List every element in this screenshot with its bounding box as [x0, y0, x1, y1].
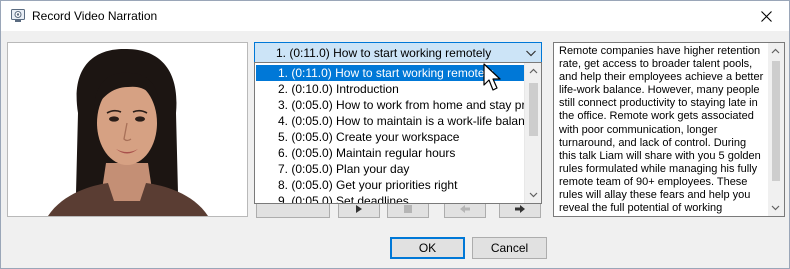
window-title: Record Video Narration [32, 9, 158, 23]
cancel-button[interactable]: Cancel [472, 237, 547, 259]
chevron-down-icon [525, 47, 537, 59]
presenter-portrait [7, 42, 248, 217]
play-icon [356, 205, 362, 213]
scroll-down-icon [529, 192, 538, 198]
topic-option[interactable]: 4. (0:05.0) How to maintain is a work-li… [256, 113, 524, 129]
description-scrollbar[interactable] [768, 43, 784, 216]
close-button[interactable] [743, 1, 789, 31]
topic-option[interactable]: 5. (0:05.0) Create your workspace [256, 129, 524, 145]
close-icon [760, 10, 772, 22]
back-icon [460, 205, 470, 213]
topic-select-value: 1. (0:11.0) How to start working remotel… [276, 46, 492, 60]
description-scroll-thumb[interactable] [772, 61, 780, 181]
ok-button[interactable]: OK [390, 237, 465, 259]
topic-option[interactable]: 7. (0:05.0) Plan your day [256, 161, 524, 177]
stop-icon [404, 205, 412, 213]
scroll-up-icon [771, 48, 780, 54]
topic-description[interactable]: Remote companies have higher retention r… [553, 42, 785, 217]
record-video-narration-dialog: Record Video Narration 1. (0:11.0) How t… [0, 0, 790, 269]
dropdown-scrollbar[interactable] [524, 63, 541, 203]
scroll-up-icon [529, 68, 538, 74]
camera-monitor-icon [10, 8, 26, 24]
topic-option[interactable]: 9. (0:05.0) Set deadlines [256, 193, 524, 203]
title-bar[interactable]: Record Video Narration [1, 1, 789, 31]
dropdown-scroll-thumb[interactable] [529, 83, 538, 136]
scroll-down-icon [771, 205, 780, 211]
topic-option[interactable]: 6. (0:05.0) Maintain regular hours [256, 145, 524, 161]
topic-option[interactable]: 8. (0:05.0) Get your priorities right [256, 177, 524, 193]
topic-select[interactable]: 1. (0:11.0) How to start working remotel… [254, 42, 542, 63]
topic-option[interactable]: 3. (0:05.0) How to work from home and st… [256, 97, 524, 113]
mouse-cursor-icon [483, 63, 501, 91]
description-text: Remote companies have higher retention r… [559, 45, 764, 215]
forward-icon [515, 205, 525, 213]
